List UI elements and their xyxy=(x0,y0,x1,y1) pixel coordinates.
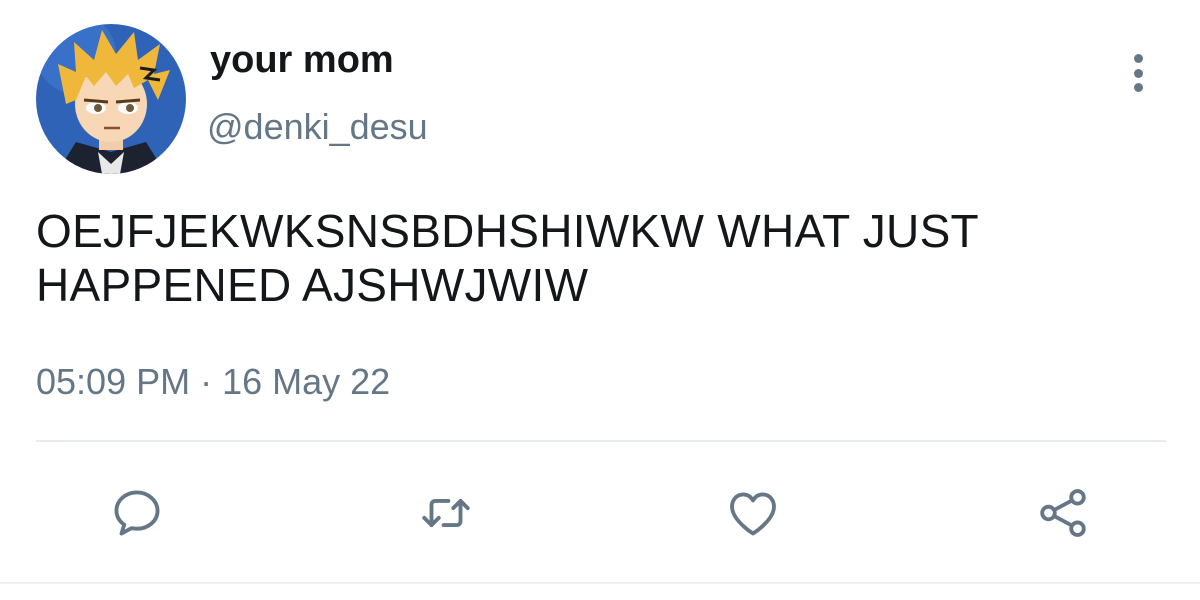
like-button[interactable] xyxy=(723,483,783,543)
avatar[interactable] xyxy=(36,24,186,174)
tweet-date: 16 May 22 xyxy=(222,361,391,402)
tweet-timestamp[interactable]: 05:09 PM · 16 May 22 xyxy=(36,360,390,404)
share-button[interactable] xyxy=(1033,483,1093,543)
vertical-dots-icon xyxy=(1133,68,1143,78)
divider xyxy=(36,440,1166,442)
vertical-dots-icon xyxy=(1133,83,1143,92)
user-handle[interactable]: @denki_desu xyxy=(207,106,428,148)
retweet-button[interactable] xyxy=(416,483,476,543)
vertical-dots-icon xyxy=(1133,54,1143,63)
avatar-image xyxy=(36,24,186,174)
retweet-icon xyxy=(422,498,470,528)
heart-icon xyxy=(730,492,776,536)
share-icon xyxy=(1040,489,1086,537)
more-options-button[interactable] xyxy=(1118,50,1158,96)
reply-button[interactable] xyxy=(107,483,167,543)
tweet-card: your mom @denki_desu OEJFJEKWKSNSBDHSHIW… xyxy=(0,0,1200,600)
timestamp-separator: · xyxy=(200,361,213,402)
tweet-text: OEJFJEKWKSNSBDHSHIWKW WHAT JUST HAPPENED… xyxy=(36,205,979,311)
bottom-divider xyxy=(0,582,1200,584)
comment-bubble-icon xyxy=(114,490,160,536)
display-name[interactable]: your mom xyxy=(210,38,394,82)
tweet-time: 05:09 PM xyxy=(36,361,191,402)
